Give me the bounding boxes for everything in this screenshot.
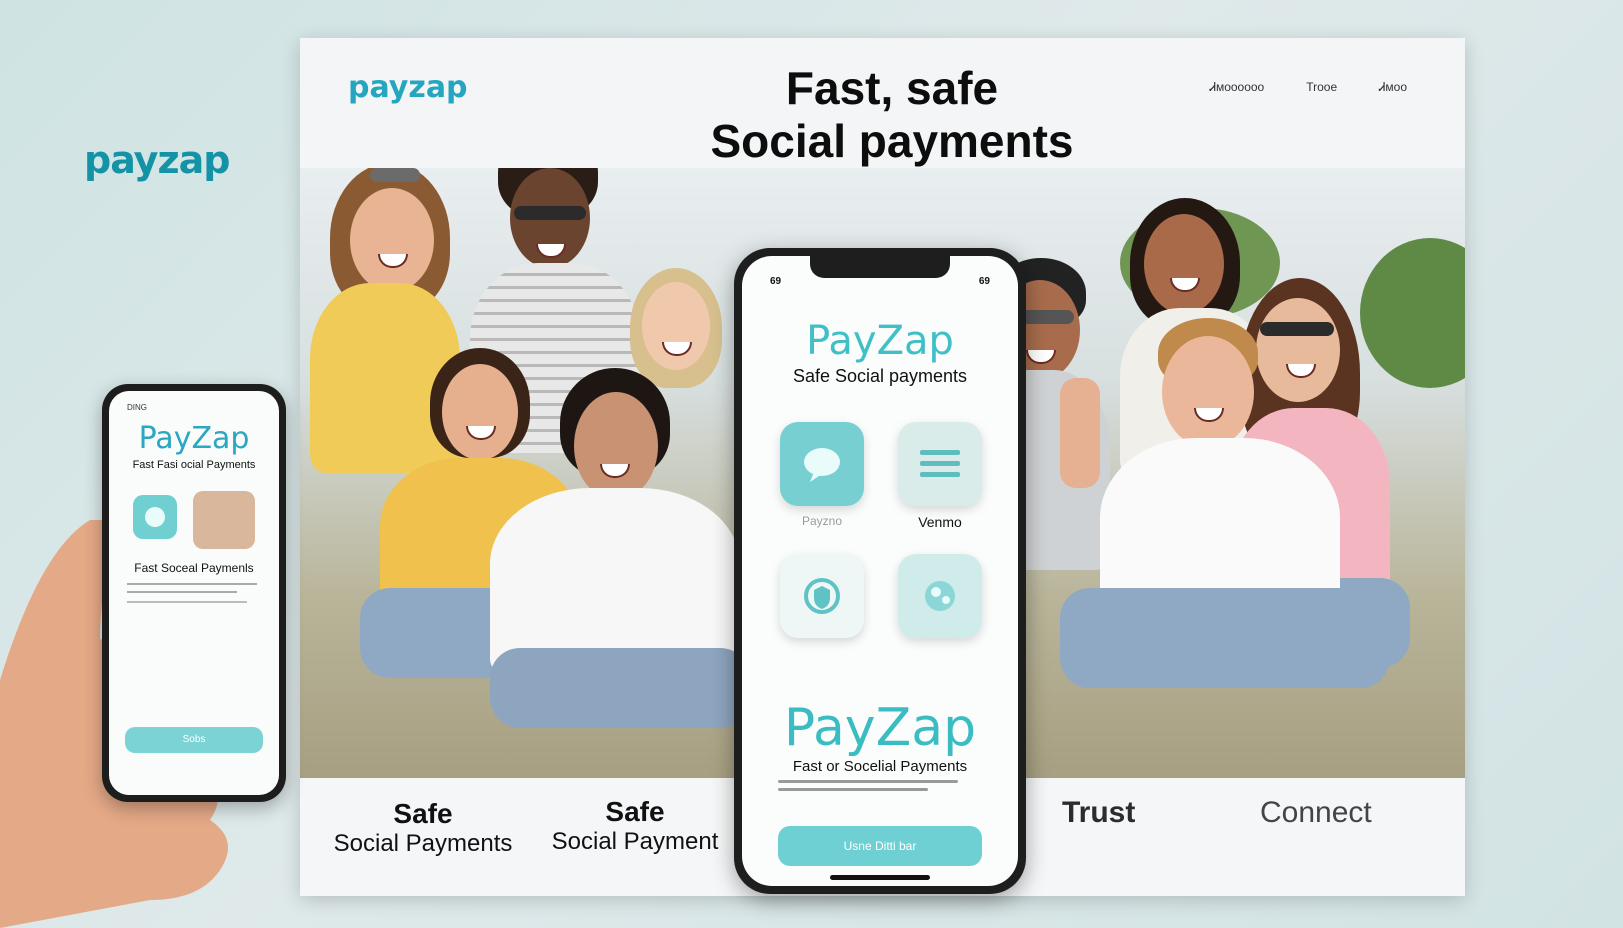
headline-line2: Social payments xyxy=(710,115,1074,167)
big-app-title: PayZap xyxy=(783,698,977,758)
primary-cta-button[interactable]: Usne Ditti bar xyxy=(778,826,982,866)
feature2-sub: Social Payment xyxy=(551,828,719,855)
hero-headline: Fast, safe Social payments xyxy=(672,62,1112,168)
feature1-title: Safe xyxy=(393,798,453,829)
home-indicator xyxy=(830,875,930,880)
left-cta-button[interactable]: Sobs xyxy=(125,727,263,753)
nav-item-1[interactable]: Ꮧᴍᴏᴏᴏᴏᴏᴏ xyxy=(1210,80,1265,95)
top-nav: Ꮧᴍᴏᴏᴏᴏᴏᴏ Trooe Ꮧᴍᴏᴏ xyxy=(1210,80,1407,95)
menu-lines-icon xyxy=(920,450,960,477)
text-line-1 xyxy=(778,780,958,783)
left-photo-tile[interactable] xyxy=(193,491,255,549)
feature-safe-social-2: Safe Social Payment xyxy=(540,796,730,856)
big-app-subtitle: Fast or Socelial Payments xyxy=(792,758,968,775)
chat-bubble-icon xyxy=(804,448,840,482)
text-line-2 xyxy=(778,788,928,791)
left-chat-tile[interactable] xyxy=(133,495,177,539)
page-logo[interactable]: payzap xyxy=(348,70,468,105)
feature-trust: Trust xyxy=(1062,796,1136,829)
left-text-line-1 xyxy=(127,583,257,585)
tile-label-2: Venmo xyxy=(918,514,962,530)
left-app-subtitle: Fast Fasi ocial Payments xyxy=(132,459,256,471)
app-title: PayZap xyxy=(806,318,954,364)
center-phone: 69 69 PayZap Safe Social payments Payzno… xyxy=(734,248,1026,894)
globe-tile[interactable] xyxy=(898,554,982,638)
feature-connect: Connect xyxy=(1260,796,1372,829)
left-phone-screen: DING PayZap Fast Fasi ocial Payments Fas… xyxy=(109,391,279,795)
feature-safe-social-1: Safe Social Payments xyxy=(318,798,528,858)
globe-icon xyxy=(925,581,955,611)
menu-tile[interactable] xyxy=(898,422,982,506)
nav-item-2[interactable]: Trooe xyxy=(1306,80,1337,95)
tree-right xyxy=(1360,238,1465,388)
outside-brand-logo: payzap xyxy=(84,138,230,182)
chat-bubble-icon xyxy=(145,507,165,527)
peace-hand xyxy=(1060,378,1100,488)
left-phone: DING PayZap Fast Fasi ocial Payments Fas… xyxy=(102,384,286,802)
nav-item-3[interactable]: Ꮧᴍᴏᴏ xyxy=(1379,80,1407,95)
chat-tile[interactable] xyxy=(780,422,864,506)
feature2-title: Safe xyxy=(605,796,665,827)
center-phone-screen: 69 69 PayZap Safe Social payments Payzno… xyxy=(742,256,1018,886)
shield-icon xyxy=(804,578,840,614)
feature1-sub: Social Payments xyxy=(333,830,513,857)
left-app-title: PayZap xyxy=(138,421,250,456)
status-time: 69 xyxy=(770,276,782,287)
tile-label-1: Payzno xyxy=(801,514,843,528)
headline-line1: Fast, safe xyxy=(785,62,999,114)
left-text-line-2 xyxy=(127,591,237,593)
phone-notch xyxy=(810,256,950,278)
app-subtitle: Safe Social payments xyxy=(792,366,968,386)
status-battery: 69 xyxy=(978,276,990,287)
left-status: DING xyxy=(127,403,147,412)
left-text-line-3 xyxy=(127,601,247,603)
shield-tile[interactable] xyxy=(780,554,864,638)
left-mid-text: Fast Soceal Paymenls xyxy=(134,561,254,575)
